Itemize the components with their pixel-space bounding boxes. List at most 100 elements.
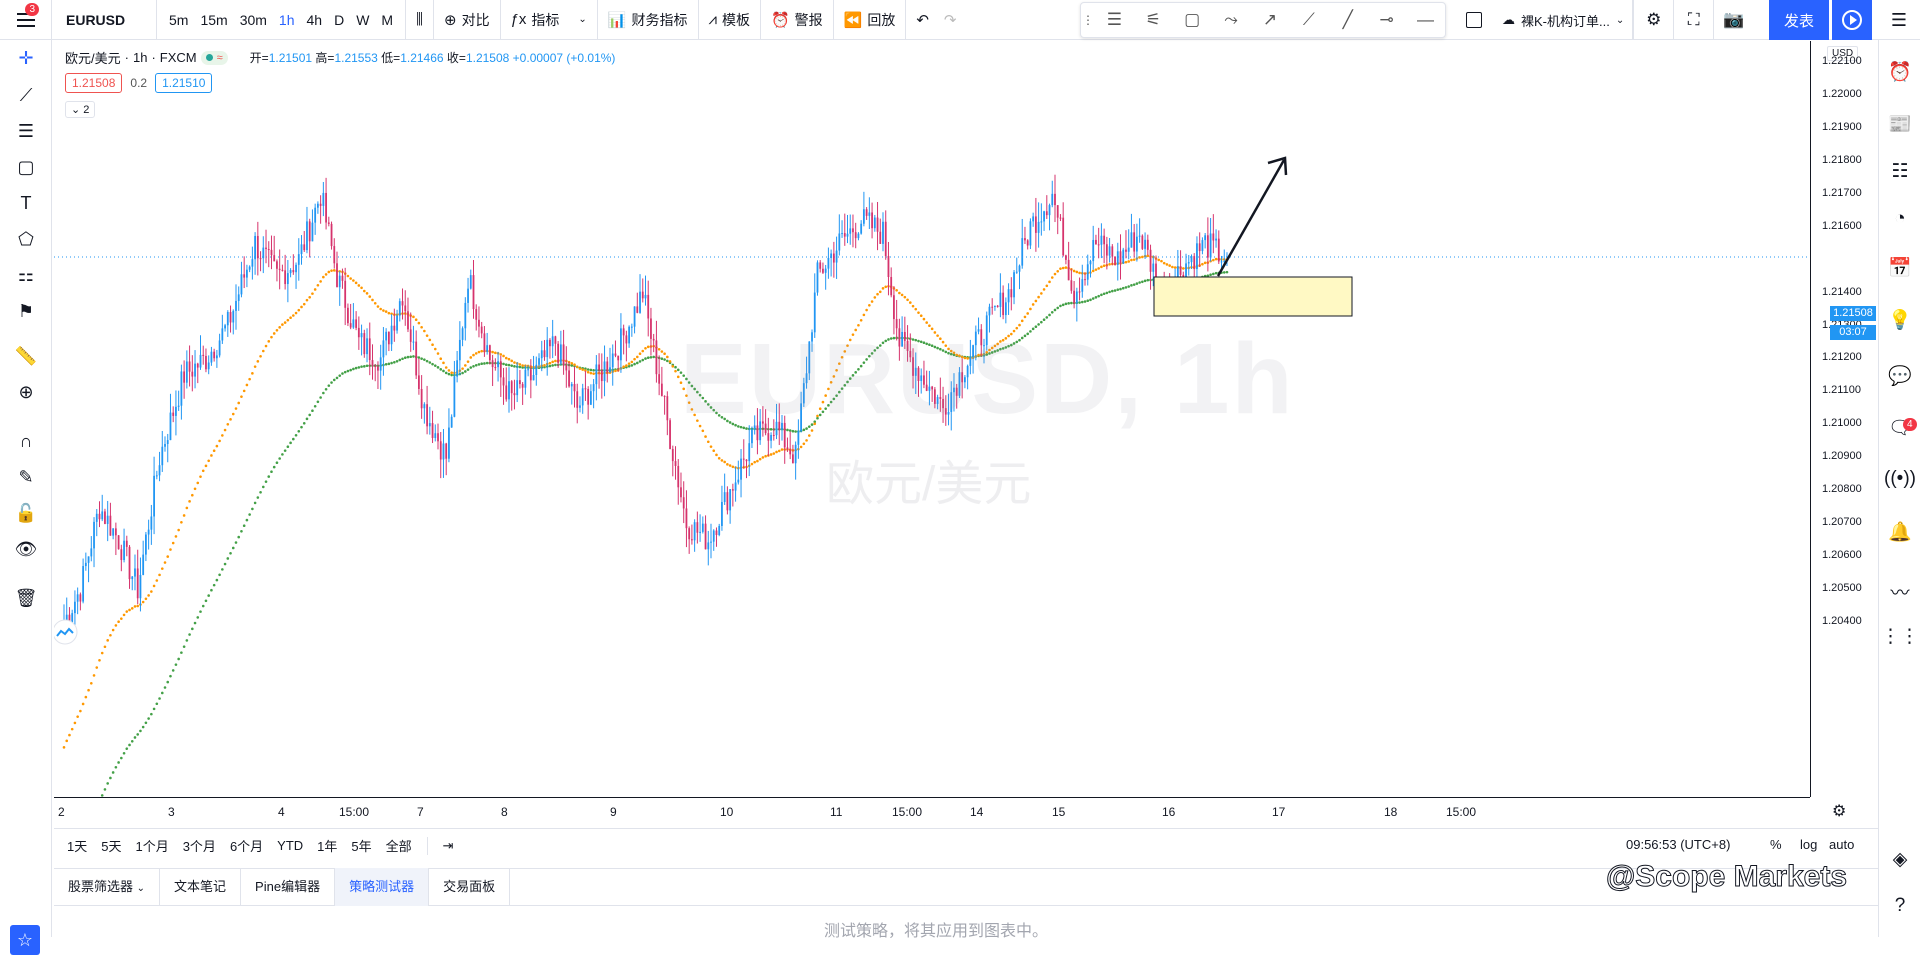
indicators-button[interactable]: ƒx 指标 ⌄: [501, 0, 598, 40]
buy-button[interactable]: 1.21510: [155, 73, 213, 93]
replay-button[interactable]: ⏪ 回放: [834, 0, 907, 40]
financials-button[interactable]: 📊 财务指标: [598, 0, 699, 40]
layers-icon[interactable]: ◈: [1879, 848, 1920, 871]
ema-slow-point: [1130, 284, 1133, 287]
idea-bulb-icon[interactable]: 💡: [1879, 308, 1920, 332]
chart-type-button[interactable]: ⫼: [406, 0, 434, 40]
alert-button[interactable]: ⏰ 警报: [761, 0, 834, 40]
tab-stock-screener[interactable]: 股票筛选器 ⌄: [54, 868, 161, 906]
tab-trading-panel[interactable]: 交易面板: [429, 868, 511, 906]
undo-icon[interactable]: ↶: [916, 11, 929, 29]
news-icon[interactable]: 📰: [1879, 112, 1920, 136]
zoom-in-icon[interactable]: ⊕: [0, 382, 52, 403]
hotlist-icon[interactable]: ☷: [1879, 160, 1920, 183]
range-ytd[interactable]: YTD: [270, 838, 310, 853]
trash-icon[interactable]: 🗑: [0, 588, 52, 609]
fullscreen-icon[interactable]: ⛶: [1673, 0, 1713, 40]
templates-button[interactable]: ⩘ 模板: [699, 0, 761, 40]
horizontal-line-icon[interactable]: ⊸: [1367, 10, 1406, 30]
demand-zone-rectangle[interactable]: [1153, 276, 1353, 317]
ray-icon[interactable]: ╱: [1328, 10, 1367, 30]
tab-strategy-tester[interactable]: 策略测试器: [335, 868, 430, 906]
crosshair-icon[interactable]: ✛: [0, 48, 52, 69]
timezone-clock[interactable]: 09:56:53 (UTC+8): [1626, 837, 1730, 852]
interval-m[interactable]: M: [375, 12, 399, 28]
interval-w[interactable]: W: [350, 12, 375, 28]
candle-body: [461, 328, 464, 340]
help-icon[interactable]: ?: [1879, 895, 1920, 917]
eye-icon[interactable]: 👁: [0, 539, 52, 560]
log-toggle[interactable]: log: [1800, 837, 1817, 852]
tab-pine-editor[interactable]: Pine编辑器: [241, 868, 336, 906]
watchlist-icon[interactable]: ☰: [1878, 0, 1920, 40]
candle-body: [286, 273, 289, 285]
play-button[interactable]: [1832, 0, 1872, 40]
layout-square-icon[interactable]: [1466, 12, 1482, 28]
pattern-tool-icon[interactable]: ⬠: [0, 229, 52, 250]
calendar-icon[interactable]: 📅: [1879, 256, 1920, 280]
interval-5m[interactable]: 5m: [163, 12, 194, 28]
favorites-star-icon[interactable]: ☆: [10, 925, 40, 955]
chart-settings-icon[interactable]: ⚙: [1832, 801, 1846, 821]
icons-tool-icon[interactable]: ⚑: [0, 301, 52, 322]
redo-icon[interactable]: ↷: [944, 11, 957, 29]
streams-icon[interactable]: ((•)): [1879, 468, 1920, 490]
range-all[interactable]: 全部: [379, 836, 419, 855]
market-status-badge[interactable]: ≈: [200, 50, 228, 65]
lock-icon[interactable]: 🔓: [0, 503, 52, 524]
interval-30m[interactable]: 30m: [234, 12, 273, 28]
bell-icon[interactable]: 🔔: [1879, 520, 1920, 544]
indicators-collapse-button[interactable]: ⌄ 2: [65, 101, 96, 118]
rectangle-icon[interactable]: ▢: [1173, 10, 1212, 30]
compare-button[interactable]: ⊕ 对比: [434, 0, 501, 40]
text-tool-icon[interactable]: T: [0, 193, 52, 214]
range-5d[interactable]: 5天: [94, 836, 128, 855]
auto-toggle[interactable]: auto: [1829, 837, 1854, 852]
percent-toggle[interactable]: %: [1770, 837, 1782, 852]
pitchfork-icon[interactable]: ☰: [1095, 10, 1134, 30]
high-value: 1.21553: [334, 51, 378, 65]
sell-button[interactable]: 1.21508: [65, 73, 123, 93]
trend-line-icon[interactable]: ⟋: [1289, 10, 1328, 30]
prediction-tool-icon[interactable]: ⚏: [0, 265, 52, 286]
interval-4h[interactable]: 4h: [301, 12, 329, 28]
interval-d[interactable]: D: [328, 12, 350, 28]
horizontal-ray-icon[interactable]: —: [1406, 10, 1445, 30]
camera-icon[interactable]: 📷: [1713, 0, 1753, 40]
time-scale[interactable]: [54, 797, 1810, 825]
trading-icon[interactable]: 〰: [1879, 578, 1920, 605]
ruler-icon[interactable]: 📏: [0, 346, 52, 367]
range-1m[interactable]: 1个月: [128, 836, 175, 855]
candle-body: [248, 266, 251, 270]
rectangle-tool-icon[interactable]: ▢: [0, 157, 52, 178]
interval-15m[interactable]: 15m: [194, 12, 233, 28]
lock-drawing-icon[interactable]: ✎: [0, 467, 52, 488]
chat-icon[interactable]: 💬: [1879, 364, 1920, 388]
magnet-icon[interactable]: ∩: [0, 431, 52, 452]
trend-arrow-line[interactable]: [1216, 159, 1286, 277]
symbol-search-button[interactable]: EURUSD: [52, 0, 157, 40]
goto-date-icon[interactable]: ⇥: [436, 838, 461, 854]
price-tick-label: 1.22000: [1822, 87, 1862, 100]
fib-icon[interactable]: ⚟: [1134, 10, 1173, 30]
interval-1h[interactable]: 1h: [273, 12, 301, 28]
trend-line-icon[interactable]: ⟋: [0, 85, 52, 106]
fib-retracement-icon[interactable]: ☰: [0, 121, 52, 142]
tab-text-notes[interactable]: 文本笔记: [160, 868, 242, 906]
publish-button[interactable]: 发表: [1769, 0, 1829, 40]
drag-handle-icon[interactable]: ⋮: [1081, 13, 1095, 27]
settings-icon[interactable]: ⚙: [1633, 0, 1673, 40]
layout-selector[interactable]: ☁ 裸K-机构订单... ⌄: [1494, 0, 1634, 40]
main-menu-button[interactable]: 3: [0, 0, 52, 40]
range-6m[interactable]: 6个月: [223, 836, 270, 855]
pie-chart-icon[interactable]: ◔: [1879, 208, 1920, 230]
arrow-tool-icon[interactable]: ↗: [1251, 10, 1290, 30]
range-3m[interactable]: 3个月: [176, 836, 223, 855]
range-1d[interactable]: 1天: [60, 836, 94, 855]
alarm-clock-icon[interactable]: ⏰: [1879, 60, 1920, 84]
range-5y[interactable]: 5年: [344, 836, 378, 855]
legend-pair[interactable]: 欧元/美元: [65, 48, 121, 67]
dom-icon[interactable]: ⋮⋮: [1879, 625, 1920, 648]
range-1y[interactable]: 1年: [310, 836, 344, 855]
path-icon[interactable]: ⤳: [1212, 10, 1251, 30]
